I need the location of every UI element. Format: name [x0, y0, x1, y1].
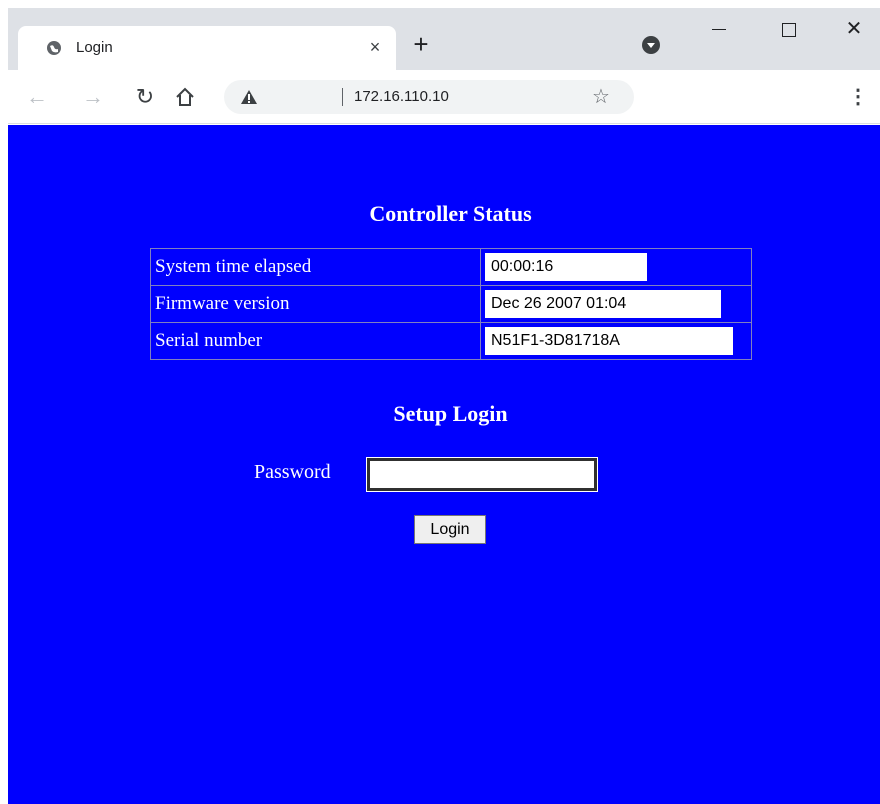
row-label: Serial number	[150, 322, 481, 360]
row-label: System time elapsed	[150, 248, 481, 286]
tab-title: Login	[76, 39, 113, 56]
row-value: Dec 26 2007 01:04	[485, 290, 721, 318]
password-input[interactable]	[366, 457, 598, 492]
close-icon[interactable]: ×	[364, 36, 386, 58]
toolbar: ← → ↻ 172.16.110.10 ☆ ⋮	[8, 70, 880, 124]
star-icon[interactable]: ☆	[592, 84, 610, 109]
plus-icon[interactable]: +	[408, 31, 434, 58]
minimize-icon[interactable]	[696, 14, 740, 44]
status-heading: Controller Status	[369, 201, 532, 226]
tab-strip: Login × + ✕	[8, 8, 880, 70]
url-text[interactable]: 172.16.110.10	[354, 88, 449, 105]
close-window-icon[interactable]: ✕	[832, 14, 876, 44]
page-content: Controller Status System time elapsed 00…	[8, 125, 880, 804]
table-row: System time elapsed 00:00:16	[150, 248, 752, 286]
menu-icon[interactable]: ⋮	[848, 84, 868, 110]
table-row: Firmware version Dec 26 2007 01:04	[150, 285, 752, 323]
back-icon[interactable]: ←	[24, 84, 50, 110]
address-bar[interactable]: 172.16.110.10 ☆	[224, 80, 634, 114]
table-row: Serial number N51F1-3D81718A	[150, 322, 752, 360]
login-heading: Setup Login	[393, 401, 508, 426]
home-icon[interactable]	[172, 84, 198, 110]
status-table: System time elapsed 00:00:16 Firmware ve…	[150, 248, 752, 360]
row-value: N51F1-3D81718A	[485, 327, 733, 355]
tab-search-icon[interactable]	[642, 36, 660, 54]
password-label: Password	[254, 461, 331, 483]
login-button[interactable]: Login	[414, 515, 486, 544]
warning-icon[interactable]	[240, 89, 258, 105]
url-separator	[342, 88, 343, 106]
browser-window: Login × + ✕ ← → ↻ 172.16.110.10 ☆ ⋮ Cont…	[8, 8, 880, 804]
maximize-icon[interactable]	[766, 14, 810, 44]
forward-icon[interactable]: →	[80, 84, 106, 110]
tab-login[interactable]: Login ×	[18, 26, 396, 70]
row-value: 00:00:16	[485, 253, 647, 281]
globe-icon	[47, 41, 61, 55]
reload-icon[interactable]: ↻	[132, 84, 158, 110]
row-label: Firmware version	[150, 285, 481, 323]
